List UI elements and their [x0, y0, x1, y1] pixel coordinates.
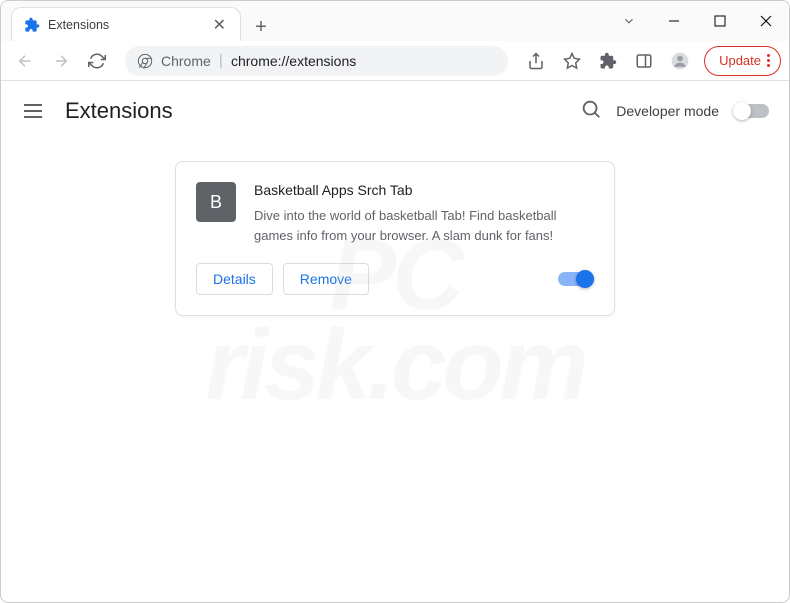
address-path: chrome://extensions	[231, 53, 356, 69]
puzzle-icon	[24, 17, 40, 33]
developer-mode-toggle[interactable]	[733, 104, 769, 118]
extension-card: B Basketball Apps Srch Tab Dive into the…	[175, 161, 615, 316]
developer-mode-label: Developer mode	[616, 103, 719, 119]
remove-button[interactable]: Remove	[283, 263, 369, 295]
minimize-button[interactable]	[651, 1, 697, 41]
details-button[interactable]: Details	[196, 263, 273, 295]
share-button[interactable]	[520, 45, 552, 77]
search-button[interactable]	[580, 98, 602, 125]
bookmark-button[interactable]	[556, 45, 588, 77]
hamburger-menu-button[interactable]	[21, 99, 45, 123]
browser-tab[interactable]: Extensions ✕	[11, 7, 241, 41]
maximize-button[interactable]	[697, 1, 743, 41]
extension-icon: B	[196, 182, 236, 222]
toolbar: Chrome | chrome://extensions Update	[1, 41, 789, 81]
titlebar: Extensions ✕ +	[1, 1, 789, 41]
new-tab-button[interactable]: +	[247, 13, 275, 41]
tab-title: Extensions	[48, 18, 203, 32]
update-button[interactable]: Update	[704, 46, 781, 76]
window-controls	[607, 1, 789, 41]
profile-button[interactable]	[664, 45, 696, 77]
extensions-button[interactable]	[592, 45, 624, 77]
update-label: Update	[719, 53, 761, 68]
back-button[interactable]	[9, 45, 41, 77]
forward-button[interactable]	[45, 45, 77, 77]
close-icon[interactable]: ✕	[211, 15, 228, 35]
address-scheme: Chrome	[161, 53, 211, 69]
extension-name: Basketball Apps Srch Tab	[254, 182, 594, 198]
close-button[interactable]	[743, 1, 789, 41]
page-header: Extensions Developer mode	[1, 81, 789, 141]
tab-strip: Extensions ✕ +	[1, 1, 275, 41]
sidepanel-button[interactable]	[628, 45, 660, 77]
menu-dots-icon	[767, 54, 770, 67]
extension-enable-toggle[interactable]	[558, 272, 594, 286]
reload-button[interactable]	[81, 45, 113, 77]
address-bar[interactable]: Chrome | chrome://extensions	[125, 46, 508, 76]
browser-window: Extensions ✕ +	[0, 0, 790, 603]
extensions-content: B Basketball Apps Srch Tab Dive into the…	[1, 141, 789, 316]
page-title: Extensions	[65, 98, 173, 124]
extension-description: Dive into the world of basketball Tab! F…	[254, 206, 594, 245]
address-divider: |	[219, 52, 223, 70]
chrome-logo-icon	[137, 53, 153, 69]
chevron-down-icon[interactable]	[607, 1, 651, 41]
